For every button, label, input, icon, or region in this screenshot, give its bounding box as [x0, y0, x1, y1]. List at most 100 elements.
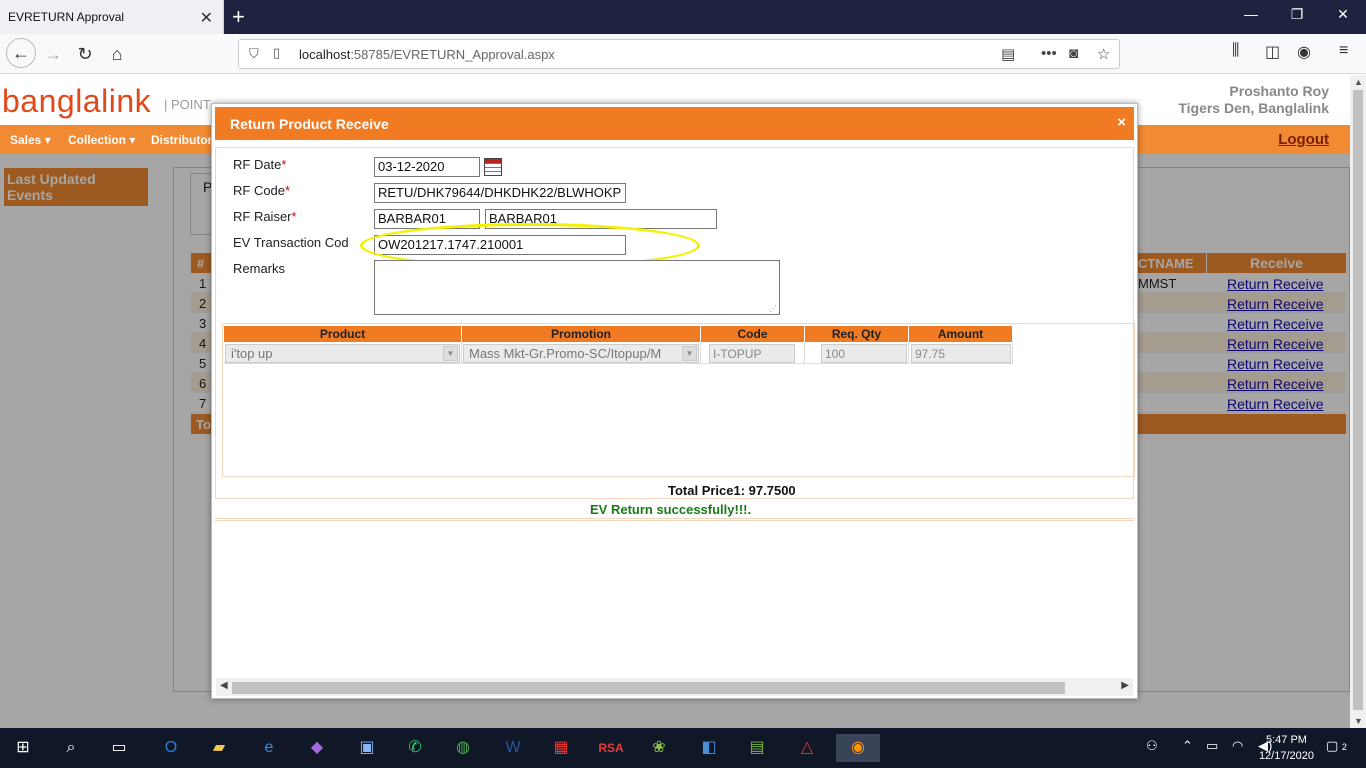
modal-header: Return Product Receive × — [215, 107, 1134, 140]
total-price: Total Price1: 97.7500 — [668, 483, 796, 498]
start-icon[interactable]: ⊞ — [8, 734, 38, 762]
divider — [215, 518, 1134, 521]
col-req-qty: Req. Qty — [805, 326, 909, 342]
more-actions-icon[interactable]: ••• — [1041, 45, 1057, 62]
network-globe-icon[interactable]: ◍ — [448, 734, 478, 762]
promotion-select[interactable]: Mass Mkt-Gr.Promo-SC/Itopup/M ▼ — [463, 344, 699, 363]
chevron-down-icon: ▼ — [682, 346, 697, 361]
minimize-icon[interactable]: — — [1228, 6, 1274, 22]
word-icon[interactable]: W — [498, 734, 528, 762]
app-window-icon[interactable]: ◧ — [694, 734, 724, 762]
account-icon[interactable]: ◉ — [1297, 42, 1311, 62]
windows-taskbar: ⊞ ⌕ ▭ O ▰ e ◆ ▣ ✆ ◍ W ▦ RSA ❀ ◧ ▤ △ ◉ ⚇ … — [0, 728, 1366, 768]
notification-icon[interactable]: ▢ 2 — [1326, 738, 1347, 754]
frog-app-icon[interactable]: ❀ — [644, 734, 674, 762]
user-name: Proshanto Roy — [1229, 83, 1329, 99]
back-icon[interactable]: ← — [6, 38, 36, 68]
modal-hscrollbar[interactable]: ◀ ▶ — [216, 678, 1133, 696]
clock[interactable]: 5:47 PM 12/17/2020 — [1259, 732, 1314, 764]
product-grid: Product Promotion Code Req. Qty Amount i… — [222, 323, 1135, 477]
pocket-icon[interactable]: ◙ — [1069, 45, 1078, 62]
return-form: RF Date* 03-12-2020 RF Code* RETU/DHK796… — [215, 147, 1135, 499]
browser-tab[interactable]: EVRETURN Approval ✕ — [0, 0, 224, 34]
visual-studio-icon[interactable]: ◆ — [302, 734, 332, 762]
resize-grip-icon[interactable]: ⋰ — [769, 304, 777, 313]
scroll-left-icon[interactable]: ◀ — [220, 680, 228, 691]
people-icon[interactable]: ⚇ — [1146, 738, 1158, 754]
page-scrollbar[interactable]: ▲ ▼ — [1350, 75, 1366, 728]
shield-icon: ⛉ — [249, 46, 259, 61]
ev-transaction-label: EV Transaction Cod — [233, 235, 349, 250]
browser-tab-bar: EVRETURN Approval ✕ + — ❐ ✕ — [0, 0, 1366, 34]
scroll-up-icon[interactable]: ▲ — [1354, 77, 1363, 87]
rf-code-input[interactable]: RETU/DHK79644/DHKDHK22/BLWHOKP — [374, 183, 626, 203]
chevron-up-icon[interactable]: ⌃ — [1182, 738, 1193, 754]
code-input[interactable]: I-TOPUP — [709, 344, 795, 363]
library-icon[interactable]: ⫼ — [1232, 42, 1239, 60]
return-product-modal: Return Product Receive × RF Date* 03-12-… — [211, 103, 1138, 699]
amount-input[interactable]: 97.75 — [911, 344, 1011, 363]
forward-icon[interactable]: → — [40, 42, 66, 68]
new-tab-icon[interactable]: + — [232, 4, 245, 30]
menu-sales[interactable]: Sales ▾ — [10, 133, 51, 147]
user-org: Tigers Den, Banglalink — [1178, 100, 1329, 116]
grid-cell: I-TOPUP — [701, 342, 805, 364]
remarks-textarea[interactable]: ⋰ — [374, 260, 780, 315]
url-bar[interactable]: ⛉ ▯ localhost:58785/EVRETURN_Approval.as… — [238, 39, 1120, 69]
tab-title: EVRETURN Approval — [8, 10, 125, 24]
remarks-label: Remarks — [233, 261, 286, 276]
scroll-thumb[interactable] — [1353, 90, 1363, 710]
window-close-icon[interactable]: ✕ — [1320, 6, 1366, 23]
calendar-icon[interactable] — [484, 158, 502, 176]
scroll-right-icon[interactable]: ▶ — [1121, 680, 1129, 691]
security-app-icon[interactable]: ▦ — [546, 734, 576, 762]
hscroll-thumb[interactable] — [232, 682, 1065, 694]
triangle-app-icon[interactable]: △ — [792, 734, 822, 762]
close-tab-icon[interactable]: ✕ — [200, 8, 213, 28]
page-info-icon[interactable]: ▯ — [273, 45, 280, 61]
remote-app-icon[interactable]: ▣ — [352, 734, 382, 762]
col-product: Product — [224, 326, 462, 342]
col-promotion: Promotion — [462, 326, 701, 342]
rf-code-label: RF Code* — [233, 183, 291, 198]
req-qty-input[interactable]: 100 — [821, 344, 907, 363]
search-icon[interactable]: ⌕ — [56, 734, 86, 762]
reader-view-icon[interactable]: ▤ — [1001, 45, 1015, 63]
rf-date-label: RF Date* — [233, 157, 287, 172]
wifi-icon[interactable]: ◠ — [1232, 738, 1243, 754]
menu-distributor[interactable]: Distributor — [151, 133, 212, 147]
rsa-icon[interactable]: RSA — [596, 734, 626, 762]
hamburger-menu-icon[interactable]: ≡ — [1339, 42, 1348, 60]
browser-nav-bar: ← → ↻ ⌂ ⛉ ▯ localhost:58785/EVRETURN_App… — [0, 34, 1366, 74]
outlook-icon[interactable]: O — [156, 734, 186, 762]
home-icon[interactable]: ⌂ — [104, 42, 130, 68]
logo: banglalink — [2, 83, 152, 119]
file-explorer-icon[interactable]: ▰ — [204, 734, 234, 762]
modal-close-icon[interactable]: × — [1117, 114, 1126, 131]
logout-link[interactable]: Logout — [1278, 131, 1329, 148]
grid-cell: 97.75 — [909, 342, 1013, 364]
rf-raiser-label: RF Raiser* — [233, 209, 297, 224]
logo-suffix: | POINT — [164, 97, 211, 112]
rf-date-input[interactable]: 03-12-2020 — [374, 157, 480, 177]
whatsapp-icon[interactable]: ✆ — [400, 734, 430, 762]
product-select[interactable]: i'top up ▼ — [225, 344, 460, 363]
bookmark-star-icon[interactable]: ☆ — [1097, 45, 1110, 63]
grid-cell: 100 — [805, 342, 909, 364]
success-message: EV Return successfully!!!. — [590, 502, 752, 517]
task-view-icon[interactable]: ▭ — [104, 734, 134, 762]
url-text[interactable]: localhost:58785/EVRETURN_Approval.aspx — [299, 47, 555, 62]
notepad-app-icon[interactable]: ▤ — [742, 734, 772, 762]
sidebar-icon[interactable]: ◫ — [1265, 42, 1280, 62]
menu-collection[interactable]: Collection ▾ — [68, 133, 135, 147]
edge-icon[interactable]: e — [254, 734, 284, 762]
battery-icon[interactable]: ▭ — [1206, 738, 1218, 754]
reload-icon[interactable]: ↻ — [72, 42, 98, 68]
chevron-down-icon: ▼ — [443, 346, 458, 361]
col-code: Code — [701, 326, 805, 342]
modal-title: Return Product Receive — [230, 116, 389, 132]
firefox-icon[interactable]: ◉ — [836, 734, 880, 762]
grid-cell: Mass Mkt-Gr.Promo-SC/Itopup/M ▼ — [462, 342, 701, 364]
restore-icon[interactable]: ❐ — [1274, 6, 1320, 23]
scroll-down-icon[interactable]: ▼ — [1354, 716, 1363, 726]
